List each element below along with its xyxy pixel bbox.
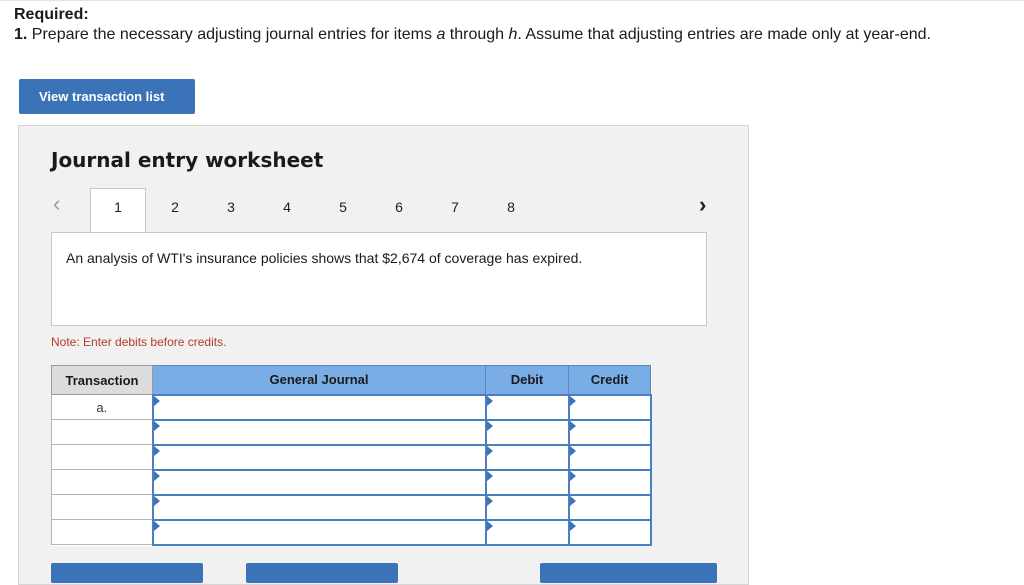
tab-1[interactable]: 1 bbox=[90, 188, 146, 234]
credit-input[interactable] bbox=[567, 518, 652, 546]
credit-input[interactable] bbox=[567, 468, 652, 496]
header-debit: Debit bbox=[485, 365, 569, 395]
cell-marker-icon bbox=[486, 520, 493, 531]
tab-6[interactable]: 6 bbox=[384, 194, 414, 220]
view-general-journal-button[interactable] bbox=[540, 563, 717, 583]
cell-marker-icon bbox=[569, 520, 576, 531]
transaction-description: An analysis of WTI's insurance policies … bbox=[66, 250, 583, 266]
entry-note: Note: Enter debits before credits. bbox=[51, 335, 226, 349]
credit-input[interactable] bbox=[567, 418, 652, 446]
header-transaction: Transaction bbox=[51, 365, 153, 395]
next-arrow-icon[interactable]: › bbox=[699, 193, 719, 217]
table-row bbox=[51, 493, 652, 521]
required-heading: Required: bbox=[14, 6, 89, 23]
tab-4[interactable]: 4 bbox=[272, 194, 302, 220]
cell-marker-icon bbox=[569, 470, 576, 481]
tab-2[interactable]: 2 bbox=[160, 194, 190, 220]
journal-entry-table: Transaction General Journal Debit Credit… bbox=[51, 365, 652, 546]
tab-7[interactable]: 7 bbox=[440, 194, 470, 220]
clear-entry-button[interactable] bbox=[246, 563, 398, 583]
table-row bbox=[51, 443, 652, 471]
cell-marker-icon bbox=[486, 445, 493, 456]
prev-arrow-icon[interactable]: ‹ bbox=[53, 192, 73, 216]
transaction-cell bbox=[51, 519, 153, 545]
required-instruction: 1. Prepare the necessary adjusting journ… bbox=[14, 26, 931, 44]
cell-marker-icon bbox=[153, 420, 160, 431]
record-entry-button[interactable] bbox=[51, 563, 203, 583]
table-row: a. bbox=[51, 393, 652, 421]
credit-input[interactable] bbox=[567, 393, 652, 421]
view-transaction-list-button[interactable]: View transaction list bbox=[19, 79, 195, 114]
general-journal-select[interactable] bbox=[151, 443, 487, 471]
debit-input[interactable] bbox=[484, 393, 570, 421]
debit-input[interactable] bbox=[484, 468, 570, 496]
general-journal-select[interactable] bbox=[151, 493, 487, 521]
debit-input[interactable] bbox=[484, 493, 570, 521]
header-credit: Credit bbox=[568, 365, 651, 395]
transaction-description-box: An analysis of WTI's insurance policies … bbox=[51, 232, 707, 326]
debit-input[interactable] bbox=[484, 518, 570, 546]
debit-input[interactable] bbox=[484, 418, 570, 446]
cell-marker-icon bbox=[153, 445, 160, 456]
cell-marker-icon bbox=[569, 495, 576, 506]
general-journal-select[interactable] bbox=[151, 518, 487, 546]
instruction-number: 1. bbox=[14, 26, 28, 43]
instruction-text-1: Prepare the necessary adjusting journal … bbox=[27, 26, 437, 43]
top-divider bbox=[0, 0, 1024, 1]
instruction-text-2: through bbox=[445, 26, 509, 43]
debit-input[interactable] bbox=[484, 443, 570, 471]
note-text: Enter debits before credits. bbox=[79, 335, 227, 349]
table-header-row: Transaction General Journal Debit Credit bbox=[51, 365, 651, 395]
cell-marker-icon bbox=[153, 470, 160, 481]
cell-marker-icon bbox=[486, 470, 493, 481]
cell-marker-icon bbox=[153, 395, 160, 406]
cell-marker-icon bbox=[486, 420, 493, 431]
cell-marker-icon bbox=[569, 420, 576, 431]
tab-5[interactable]: 5 bbox=[328, 194, 358, 220]
table-row bbox=[51, 468, 652, 496]
cell-marker-icon bbox=[569, 445, 576, 456]
table-row bbox=[51, 518, 652, 546]
instruction-item-a: a bbox=[436, 26, 446, 43]
transaction-cell bbox=[51, 469, 153, 495]
tab-3[interactable]: 3 bbox=[216, 194, 246, 220]
transaction-cell: a. bbox=[51, 394, 153, 420]
table-row bbox=[51, 418, 652, 446]
transaction-cell bbox=[51, 444, 153, 470]
journal-entry-worksheet: Journal entry worksheet ‹ 1 2 3 4 5 6 7 … bbox=[18, 125, 749, 585]
header-general-journal: General Journal bbox=[152, 365, 486, 395]
cell-marker-icon bbox=[153, 520, 160, 531]
credit-input[interactable] bbox=[567, 493, 652, 521]
general-journal-select[interactable] bbox=[151, 468, 487, 496]
tab-8[interactable]: 8 bbox=[496, 194, 526, 220]
transaction-cell bbox=[51, 419, 153, 445]
credit-input[interactable] bbox=[567, 443, 652, 471]
cell-marker-icon bbox=[569, 395, 576, 406]
note-label: Note: bbox=[51, 335, 80, 349]
instruction-text-3: . Assume that adjusting entries are made… bbox=[517, 26, 931, 43]
cell-marker-icon bbox=[153, 495, 160, 506]
general-journal-select[interactable] bbox=[151, 418, 487, 446]
worksheet-title: Journal entry worksheet bbox=[51, 148, 324, 172]
transaction-cell bbox=[51, 494, 153, 520]
cell-marker-icon bbox=[486, 395, 493, 406]
general-journal-select[interactable] bbox=[151, 393, 487, 421]
cell-marker-icon bbox=[486, 495, 493, 506]
